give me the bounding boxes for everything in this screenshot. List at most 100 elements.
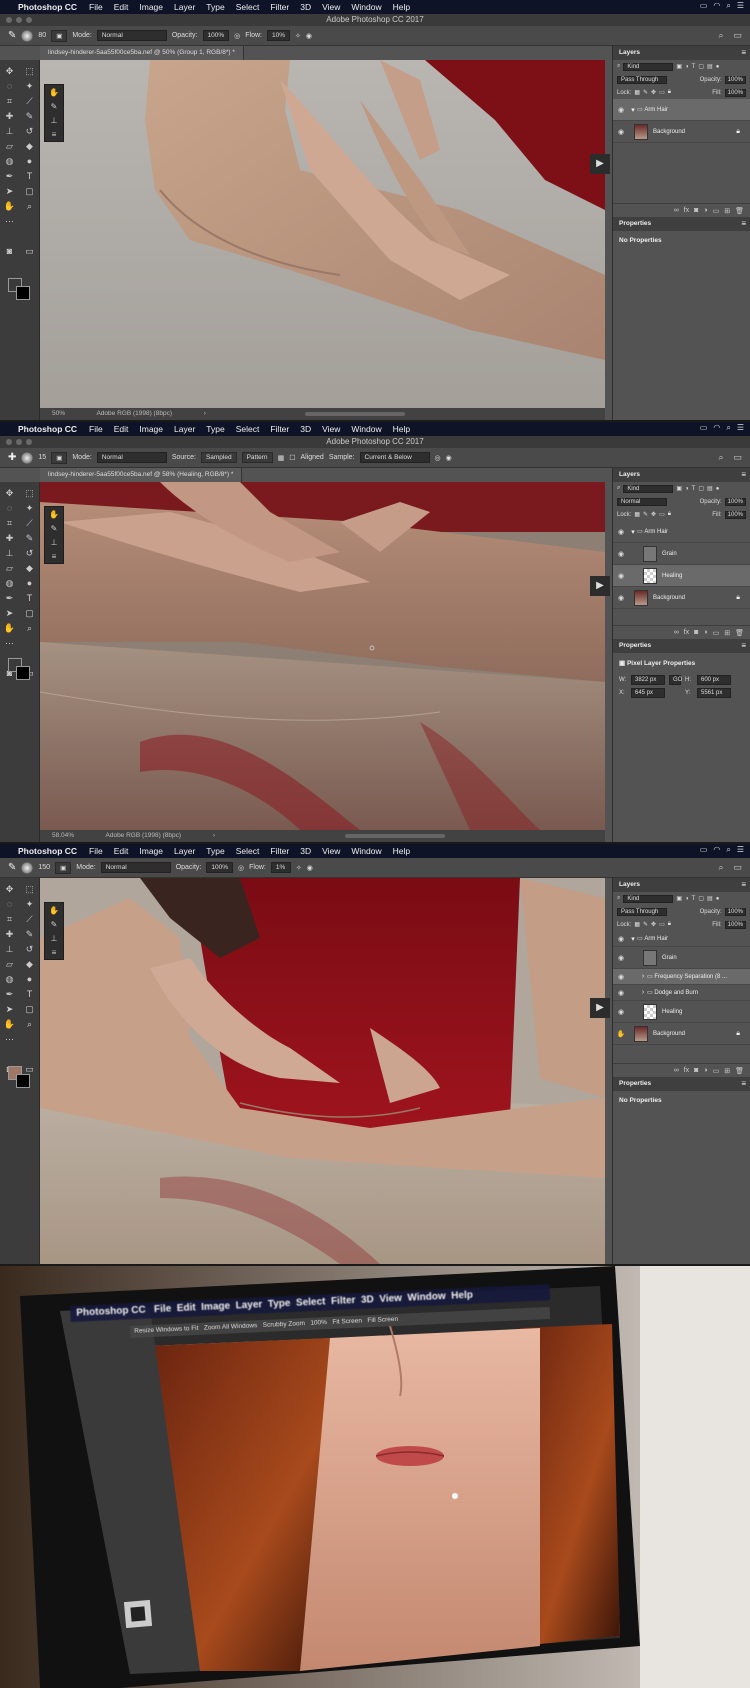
- brush-tool-icon[interactable]: ✎: [22, 109, 38, 123]
- healing-tool-icon[interactable]: ✚: [2, 927, 18, 941]
- path-select-icon[interactable]: ➤: [2, 606, 18, 620]
- layer-row[interactable]: ◉ ▾ ▭ Arm Hair: [613, 521, 750, 543]
- lock-all-icon[interactable]: 🔒︎: [668, 511, 671, 518]
- status-arrow-icon[interactable]: ›: [204, 410, 206, 417]
- kind-filter-select[interactable]: Kind: [623, 484, 674, 493]
- menu-image[interactable]: Image: [139, 424, 163, 434]
- layer-name[interactable]: Frequency Separation (8 ...: [654, 974, 727, 980]
- healing-tool-icon[interactable]: ✚: [8, 452, 16, 463]
- stamp-tool-icon[interactable]: ⊥: [2, 124, 18, 138]
- menu-filter[interactable]: Filter: [270, 846, 289, 856]
- minimize-window-button[interactable]: [16, 439, 22, 445]
- blend-mode-select[interactable]: Pass Through: [617, 907, 667, 916]
- shape-tool-icon[interactable]: ▢: [22, 1002, 38, 1016]
- eye-icon[interactable]: ◉: [613, 954, 629, 962]
- menu-view[interactable]: View: [322, 424, 340, 434]
- zoom-window-button[interactable]: [26, 439, 32, 445]
- link-icon[interactable]: ∞: [674, 1067, 679, 1074]
- healing-tool-icon[interactable]: ✚: [2, 109, 18, 123]
- filter-smart-icon[interactable]: ▤: [707, 63, 713, 70]
- link-dimensions-button[interactable]: GO: [669, 675, 682, 685]
- layer-row[interactable]: ◉ Healing: [613, 1001, 750, 1023]
- trash-icon[interactable]: 🗑︎: [735, 207, 744, 215]
- menu-type[interactable]: Type: [206, 846, 224, 856]
- filter-pixel-icon[interactable]: ▣: [676, 63, 682, 70]
- dodge-tool-icon[interactable]: ●: [22, 972, 38, 986]
- layer-name[interactable]: Background: [653, 595, 685, 601]
- menu-type[interactable]: Type: [206, 2, 224, 12]
- hand-tool-icon[interactable]: ✋: [49, 906, 59, 915]
- path-select-icon[interactable]: ➤: [2, 184, 18, 198]
- type-tool-icon[interactable]: T: [22, 169, 38, 183]
- more-tools-icon[interactable]: ⋯: [2, 214, 18, 228]
- brush-tool-icon[interactable]: ✎: [8, 862, 16, 873]
- menu-file[interactable]: File: [89, 2, 103, 12]
- lock-move-icon[interactable]: ✥: [651, 511, 656, 518]
- panel-menu-icon[interactable]: ≡: [741, 46, 746, 60]
- layer-opacity-input[interactable]: 100%: [724, 497, 746, 506]
- history-brush-icon[interactable]: ↺: [22, 546, 38, 560]
- x-input[interactable]: 645 px: [631, 688, 665, 698]
- blur-tool-icon[interactable]: ◍: [2, 576, 18, 590]
- lock-move-icon[interactable]: ✥: [651, 921, 656, 928]
- menu-file[interactable]: File: [89, 846, 103, 856]
- hand-tool-icon[interactable]: ✋: [2, 1017, 18, 1031]
- layer-name[interactable]: Grain: [662, 551, 677, 557]
- brush-preset-picker[interactable]: [21, 861, 34, 874]
- width-input[interactable]: 3822 px: [631, 675, 665, 685]
- lasso-tool-icon[interactable]: ◌: [2, 897, 18, 911]
- trash-icon[interactable]: 🗑︎: [735, 1067, 744, 1075]
- dodge-tool-icon[interactable]: ●: [22, 154, 38, 168]
- filter-type-icon[interactable]: T: [692, 64, 696, 70]
- menu-help[interactable]: Help: [393, 846, 410, 856]
- minimize-window-button[interactable]: [16, 17, 22, 23]
- layer-row[interactable]: ◉ Grain: [613, 543, 750, 565]
- lock-pixels-icon[interactable]: ▦: [634, 921, 640, 928]
- menu-layer[interactable]: Layer: [174, 2, 195, 12]
- eye-icon[interactable]: ◉: [613, 1008, 629, 1016]
- horizontal-scrollbar[interactable]: [305, 412, 405, 416]
- layer-row[interactable]: ✋ Background 🔒︎: [613, 1023, 750, 1045]
- expand-panels-button[interactable]: ▶: [590, 998, 610, 1018]
- layers-panel-header[interactable]: Layers ≡: [613, 878, 750, 892]
- menu-list-icon[interactable]: ☰: [737, 845, 744, 855]
- sliders-icon[interactable]: ≡: [52, 948, 57, 957]
- layers-panel-header[interactable]: Layers ≡: [613, 46, 750, 60]
- paint-bucket-icon[interactable]: ◆: [22, 957, 38, 971]
- shape-tool-icon[interactable]: ▢: [22, 184, 38, 198]
- trash-icon[interactable]: 🗑︎: [735, 629, 744, 637]
- menu-3d[interactable]: 3D: [300, 2, 311, 12]
- menu-edit[interactable]: Edit: [114, 846, 129, 856]
- chevron-right-icon[interactable]: ›: [639, 989, 647, 996]
- pressure-size-icon[interactable]: ◉: [446, 454, 452, 462]
- blend-mode-select[interactable]: Normal: [617, 497, 667, 506]
- layer-row[interactable]: ◉ Background 🔒︎: [613, 587, 750, 609]
- mask-icon[interactable]: ◙: [694, 1067, 698, 1074]
- panel-menu-icon[interactable]: ≡: [741, 639, 746, 653]
- height-input[interactable]: 600 px: [697, 675, 731, 685]
- fx-icon[interactable]: fx: [684, 1067, 689, 1074]
- pressure-size-icon[interactable]: ◉: [306, 32, 312, 40]
- layer-row[interactable]: ◉ Grain: [613, 947, 750, 969]
- document-tab[interactable]: lindsey-hinderer-5aa55f00ce5ba.nef @ 50%…: [40, 46, 244, 60]
- more-tools-icon[interactable]: ⋯: [2, 1032, 18, 1046]
- move-tool-icon[interactable]: ✥: [2, 882, 18, 896]
- menu-3d[interactable]: 3D: [300, 846, 311, 856]
- menu-layer[interactable]: Layer: [174, 424, 195, 434]
- zoom-window-button[interactable]: [26, 17, 32, 23]
- filter-smart-icon[interactable]: ▤: [707, 895, 713, 902]
- sample-select[interactable]: Current & Below: [359, 452, 430, 463]
- adjustment-icon[interactable]: ◑: [703, 207, 707, 214]
- pressure-opacity-icon[interactable]: ◎: [234, 32, 240, 40]
- sliders-icon[interactable]: ≡: [52, 130, 57, 139]
- background-color[interactable]: [16, 666, 30, 680]
- search-icon[interactable]: ⌕: [718, 30, 723, 41]
- type-tool-icon[interactable]: T: [22, 591, 38, 605]
- expand-panels-button[interactable]: ▶: [590, 576, 610, 596]
- wifi-icon[interactable]: ◠: [713, 1, 720, 11]
- pressure-size-icon[interactable]: ◉: [307, 864, 313, 872]
- opacity-input[interactable]: 100%: [202, 30, 230, 41]
- mask-icon[interactable]: ◙: [694, 207, 698, 214]
- layer-name[interactable]: Arm Hair: [644, 936, 668, 942]
- panel-menu-icon[interactable]: ≡: [741, 1077, 746, 1091]
